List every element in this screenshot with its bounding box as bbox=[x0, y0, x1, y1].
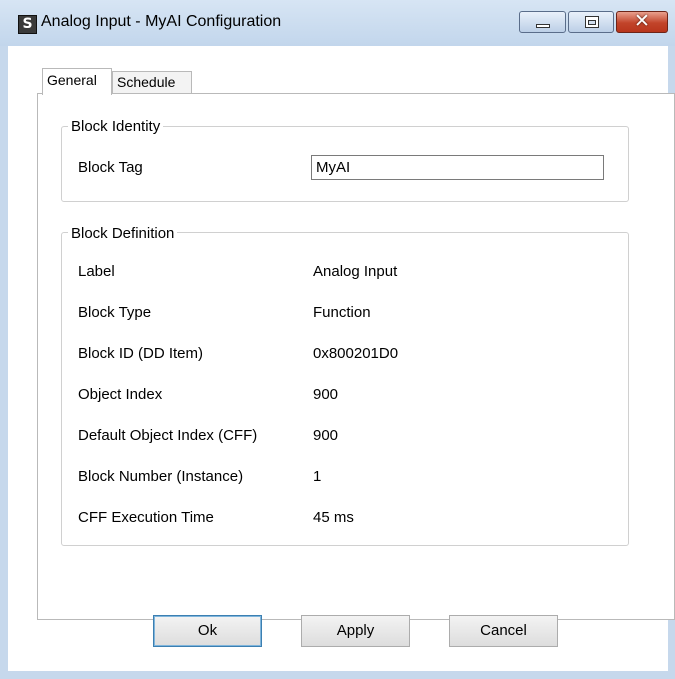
block-number-value: 1 bbox=[313, 468, 322, 485]
block-tag-input[interactable] bbox=[311, 155, 604, 180]
default-object-index-value: 900 bbox=[313, 427, 339, 444]
close-icon: ✕ bbox=[634, 10, 650, 32]
tab-schedule[interactable]: Schedule bbox=[112, 71, 192, 94]
block-id-label: Block ID (DD Item) bbox=[78, 345, 204, 362]
label-field-value: Analog Input bbox=[313, 263, 398, 280]
block-type-value: Function bbox=[313, 304, 371, 321]
block-number-label: Block Number (Instance) bbox=[78, 468, 244, 485]
block-definition-legend: Block Definition bbox=[68, 225, 178, 242]
object-index-label: Object Index bbox=[78, 386, 163, 403]
block-id-value: 0x800201D0 bbox=[313, 345, 399, 362]
maximize-button[interactable] bbox=[568, 11, 614, 33]
object-index-value: 900 bbox=[313, 386, 339, 403]
close-button[interactable]: ✕ bbox=[616, 10, 668, 33]
cff-execution-time-value: 45 ms bbox=[313, 509, 354, 526]
maximize-icon bbox=[585, 16, 599, 28]
tab-strip: General Schedule bbox=[8, 68, 675, 95]
minimize-icon bbox=[536, 24, 550, 28]
label-field-label: Label bbox=[78, 263, 115, 280]
apply-button[interactable]: Apply bbox=[301, 615, 410, 647]
cff-execution-time-label: CFF Execution Time bbox=[78, 509, 214, 526]
block-tag-label: Block Tag bbox=[78, 159, 143, 176]
tab-general[interactable]: General bbox=[42, 68, 112, 95]
app-logo-icon: S bbox=[18, 15, 37, 34]
block-identity-legend: Block Identity bbox=[68, 118, 164, 135]
default-object-index-label: Default Object Index (CFF) bbox=[78, 427, 258, 444]
title-bar[interactable]: S Analog Input - MyAI Configuration ✕ bbox=[0, 0, 675, 46]
ok-button[interactable]: Ok bbox=[153, 615, 262, 647]
cancel-button[interactable]: Cancel bbox=[449, 615, 558, 647]
dialog-window: S Analog Input - MyAI Configuration ✕ Ge… bbox=[0, 0, 675, 679]
window-title: Analog Input - MyAI Configuration bbox=[41, 13, 282, 30]
minimize-button[interactable] bbox=[519, 11, 566, 33]
block-type-label: Block Type bbox=[78, 304, 152, 321]
